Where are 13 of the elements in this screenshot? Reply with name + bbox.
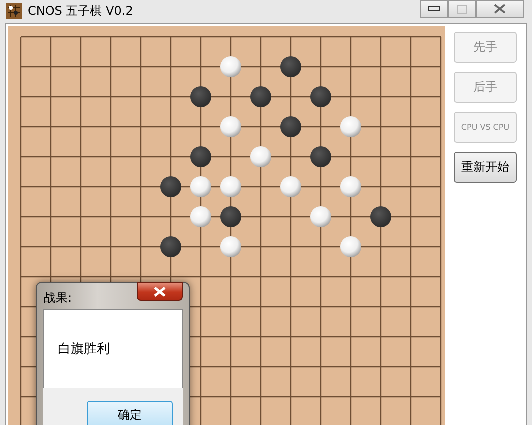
close-button[interactable] — [137, 282, 183, 301]
maximize-icon — [457, 4, 467, 14]
game-button[interactable]: 重新开始 — [454, 152, 517, 183]
close-icon — [494, 4, 506, 14]
dialog-title: 战果: — [44, 290, 72, 307]
app-icon — [6, 3, 22, 19]
window-title: CNOS 五子棋 V0.2 — [28, 2, 134, 20]
minimize-button[interactable] — [420, 0, 448, 18]
result-message: 白旗胜利 — [58, 341, 110, 358]
ok-button[interactable]: 确定 — [87, 401, 173, 425]
close-button[interactable] — [476, 0, 524, 18]
minimize-icon — [428, 6, 440, 12]
close-icon — [153, 286, 167, 296]
